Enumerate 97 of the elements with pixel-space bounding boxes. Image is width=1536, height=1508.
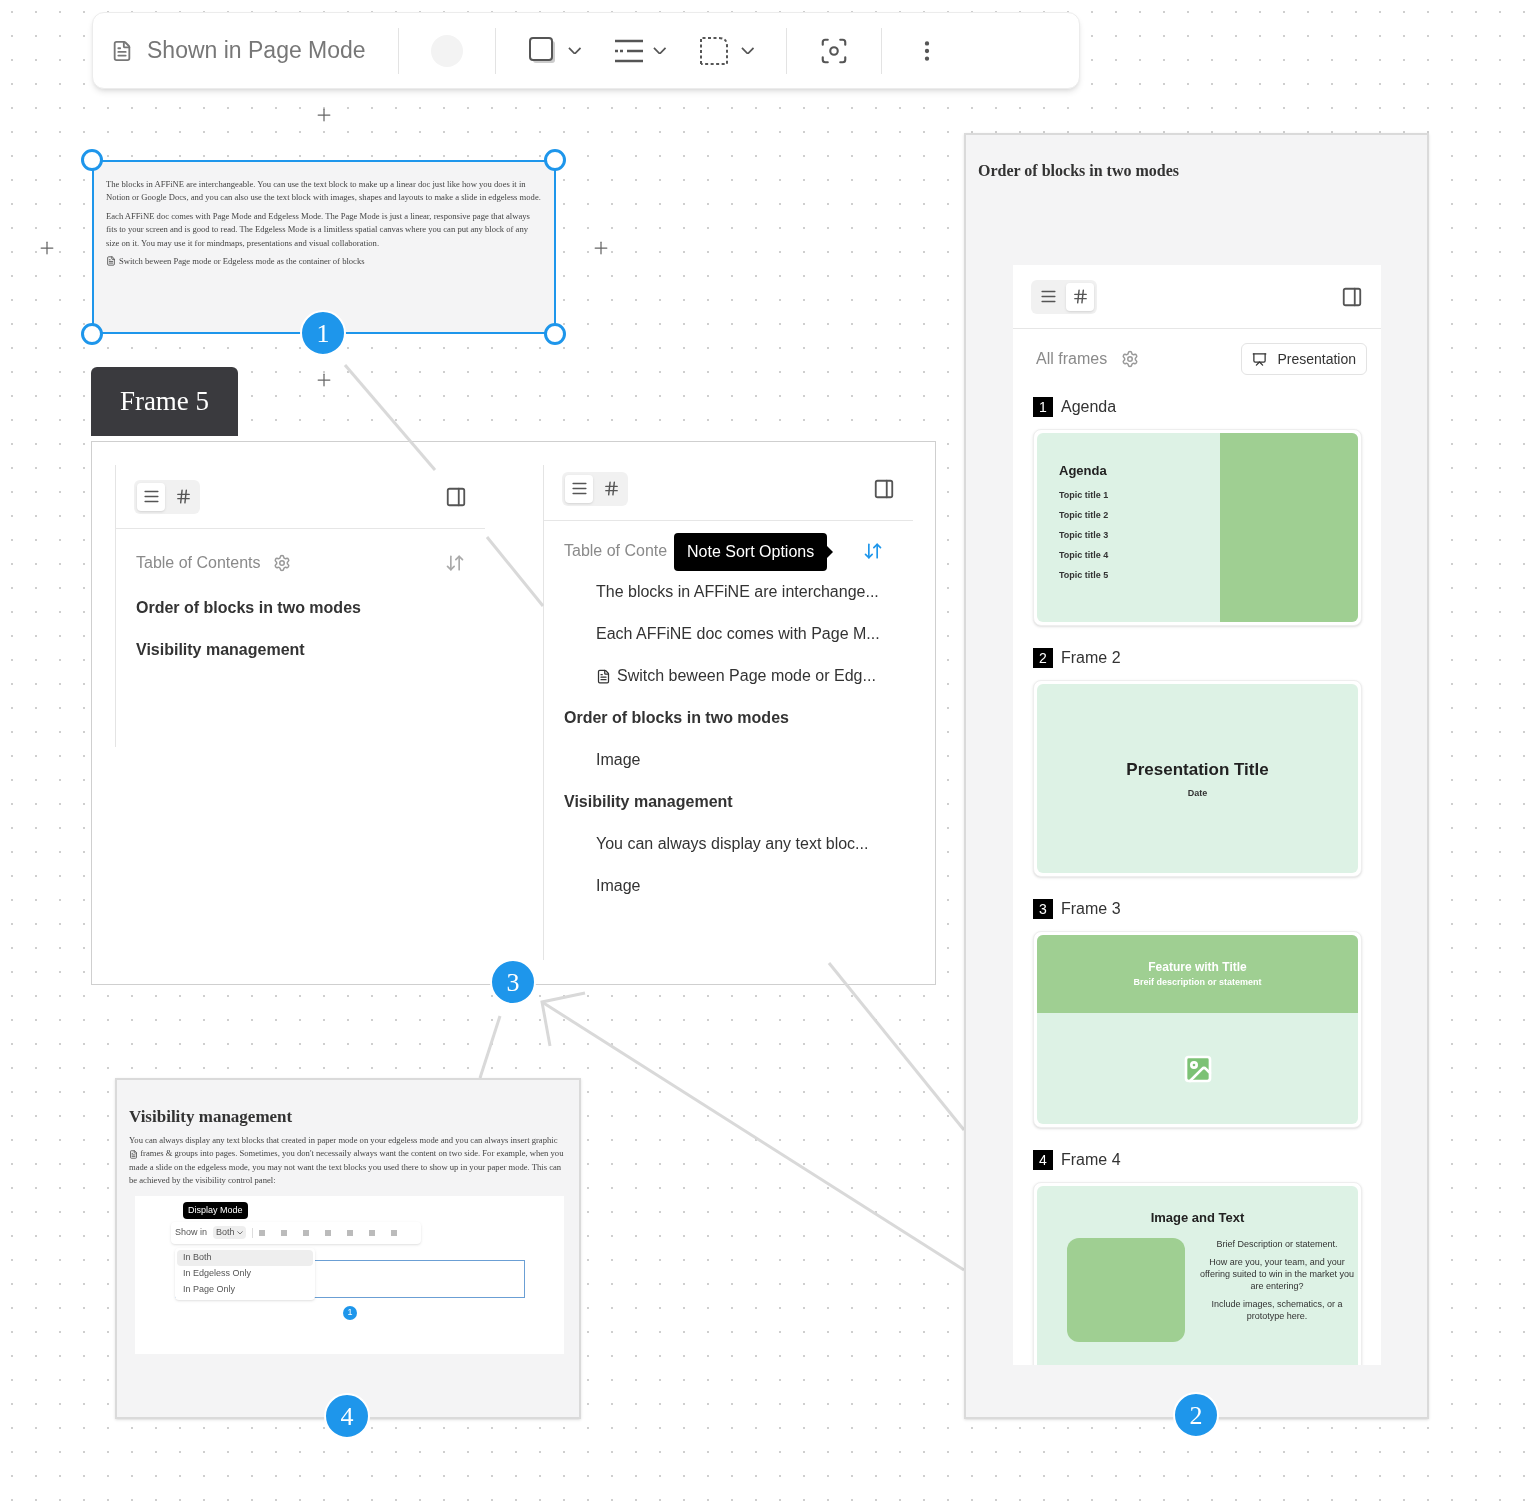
hash-icon: [1071, 288, 1089, 305]
frame-name[interactable]: Frame 2: [1061, 646, 1121, 670]
sort-icon[interactable]: [863, 541, 883, 561]
note-paragraph: The blocks in AFFiNE are interchangeable. You can use the text block to make up a linear doc just like how you does it in Notion or Google Docs, and you can also use the text block with images, shapes and layouts to make a slide in edgeless mode.: [106, 178, 542, 205]
menu-option[interactable]: In Both: [177, 1249, 313, 1266]
hash-icon: [174, 488, 192, 505]
hash-icon: [602, 480, 620, 497]
slide-text: Topic title 2: [1059, 508, 1110, 522]
display-mode-button[interactable]: Shown in Page Mode: [111, 33, 366, 68]
frame-card[interactable]: Presentation Title Date: [1033, 680, 1362, 877]
document-icon: [106, 256, 116, 267]
document-icon: [111, 39, 133, 62]
slide-title: Agenda: [1059, 462, 1108, 480]
toc-heading[interactable]: Order of blocks in two modes: [544, 697, 913, 739]
frame-name[interactable]: Frame 4: [1061, 1148, 1121, 1172]
resize-handle[interactable]: [544, 149, 566, 171]
chevron-down-icon: [740, 46, 755, 55]
tooltip: Note Sort Options: [674, 533, 834, 571]
frames-view-tab[interactable]: [1066, 282, 1094, 311]
toc-heading[interactable]: Visibility management: [544, 781, 913, 823]
toc-item[interactable]: Visibility management: [116, 629, 485, 671]
frame-number: 4: [1033, 1150, 1053, 1170]
frame-number: 2: [1033, 648, 1053, 668]
chevron-down-icon: [236, 1230, 243, 1235]
corner-style-button[interactable]: [698, 35, 755, 66]
toc-item[interactable]: You can always display any text bloc...: [544, 823, 913, 865]
toolbar-label: Show in: [175, 1225, 208, 1239]
shadow-square-icon: [527, 35, 558, 66]
chevron-down-icon: [653, 46, 667, 55]
number-badge: 2: [1173, 1392, 1219, 1438]
presentation-button[interactable]: Presentation: [1241, 343, 1367, 375]
slide-text: Breif description or statement: [1133, 976, 1262, 990]
toc-item[interactable]: Order of blocks in two modes: [116, 587, 485, 629]
slide-text: Date: [1187, 786, 1208, 800]
toc-item[interactable]: Image: [544, 865, 913, 907]
panel-heading: Table of Conte: [564, 541, 668, 561]
mode-dropdown[interactable]: Both: [213, 1225, 246, 1240]
slide-text: Include images, schematics, or a prototype here.: [1210, 1297, 1344, 1322]
panel-icon[interactable]: [1341, 285, 1363, 308]
doc-link[interactable]: frames & groups: [140, 1148, 198, 1158]
slide-text: How are you, your team, and your offering suited to win in the market you are entering?: [1199, 1255, 1355, 1292]
doc-link[interactable]: Switch beween Page mode or Edgeless mode as the container of blocks: [119, 255, 365, 268]
frame-number: 3: [1033, 899, 1053, 919]
dashed-corner-icon: [698, 35, 729, 66]
outline-view-tab[interactable]: [137, 482, 165, 511]
slide-title: Presentation Title: [1126, 759, 1269, 781]
note-paragraph: Each AFFiNE doc comes with Page Mode and Edgeless Mode. The Page Mode is just a linear, responsive page that always fits to your screen and is good to read. The Edgeless Mode is a limitless spatial canvas where you can put any block of any size on it. You may use it for mindmaps, presentations and visual collaboration.: [106, 209, 531, 250]
connector-line: [485, 536, 545, 607]
note-title: Visibility management: [129, 1106, 294, 1128]
sort-icon[interactable]: [445, 553, 465, 573]
resize-handle[interactable]: [544, 323, 566, 345]
document-icon: [596, 668, 611, 684]
toc-item[interactable]: Image: [544, 739, 913, 781]
toc-item[interactable]: The blocks in AFFiNE are interchange...: [544, 571, 913, 613]
note-title: Order of blocks in two modes: [977, 161, 1181, 181]
frame-card[interactable]: Agenda Topic title 1 Topic title 2 Topic title 3 Topic title 4 Topic title 5: [1033, 429, 1362, 626]
number-badge: 1: [300, 310, 346, 356]
connector-line: [478, 1015, 502, 1079]
number-badge: 3: [490, 959, 536, 1005]
chevron-down-icon: [567, 46, 582, 55]
menu-option[interactable]: In Page Only: [177, 1281, 313, 1298]
resize-handle[interactable]: [81, 323, 103, 345]
lines-icon: [613, 37, 646, 64]
outline-view-tab[interactable]: [565, 474, 593, 503]
shadow-style-button[interactable]: [527, 35, 582, 66]
border-style-button[interactable]: [613, 37, 667, 64]
settings-icon[interactable]: [272, 554, 291, 572]
frame-card[interactable]: Image and Text Brief Description or statement. How are you, your team, and your offering suited to win in the market you are entering? Include images, schematics, or a prototype here.: [1033, 1182, 1362, 1365]
slide-title: Image and Text: [1150, 1209, 1245, 1227]
panel-heading: Table of Contents: [136, 553, 261, 573]
resize-handle[interactable]: [81, 149, 103, 171]
slide-text: Topic title 5: [1059, 568, 1110, 582]
list-icon: [570, 480, 588, 497]
presentation-icon: [1252, 351, 1268, 367]
frame-name[interactable]: Agenda: [1061, 395, 1117, 419]
number-badge: 1: [343, 1305, 357, 1320]
frame-label[interactable]: Frame 5: [91, 367, 238, 436]
slide-text: Brief Description or statement.: [1216, 1237, 1338, 1250]
note-paragraph: You can always display any text blocks that created in paper mode on your edgeless mode and you can always insert graphic frames & groups into pages. Sometimes, you don't necessaily always want the content on two side. For example, when you made a slide on the edgeless mode, you may not want the text blocks you used there to show up in your paper mode. This can be achieved by the visibility control panel:: [129, 1133, 565, 1187]
slide-text: Topic title 3: [1059, 528, 1110, 542]
menu-option[interactable]: In Edgeless Only: [177, 1265, 313, 1282]
list-icon: [142, 488, 160, 505]
panel-icon[interactable]: [873, 477, 895, 500]
document-icon: [129, 1149, 138, 1159]
slide-text: Topic title 1: [1059, 488, 1110, 502]
panel-icon[interactable]: [445, 485, 467, 508]
frame-name[interactable]: Frame 3: [1061, 897, 1121, 921]
settings-icon[interactable]: [1121, 350, 1140, 368]
number-badge: 4: [324, 1393, 370, 1439]
panel-heading: All frames: [1036, 349, 1108, 369]
slide-title: Feature with Title: [1148, 959, 1247, 977]
toc-item[interactable]: Each AFFiNE doc comes with Page M...: [544, 613, 913, 655]
toc-item[interactable]: Switch beween Page mode or Edg...: [617, 664, 876, 688]
tooltip: Display Mode: [183, 1201, 248, 1219]
slide-text: Topic title 4: [1059, 548, 1110, 562]
list-icon: [1039, 288, 1057, 305]
frame-number: 1: [1033, 397, 1053, 417]
